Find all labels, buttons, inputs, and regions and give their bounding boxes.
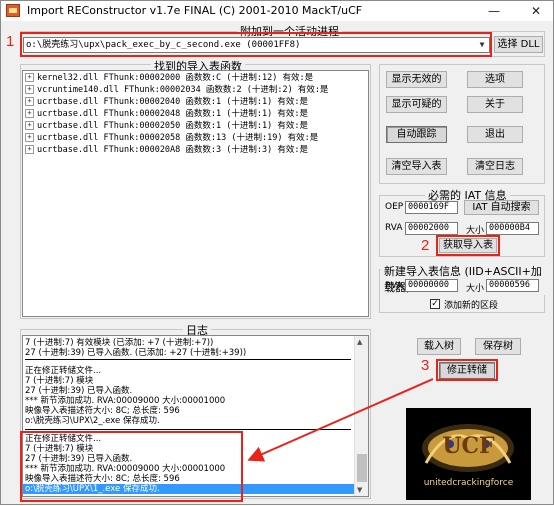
annotation-arrow bbox=[247, 378, 434, 462]
main-window: Import REConstructor v1.7e FINAL (C) 200… bbox=[0, 0, 554, 505]
